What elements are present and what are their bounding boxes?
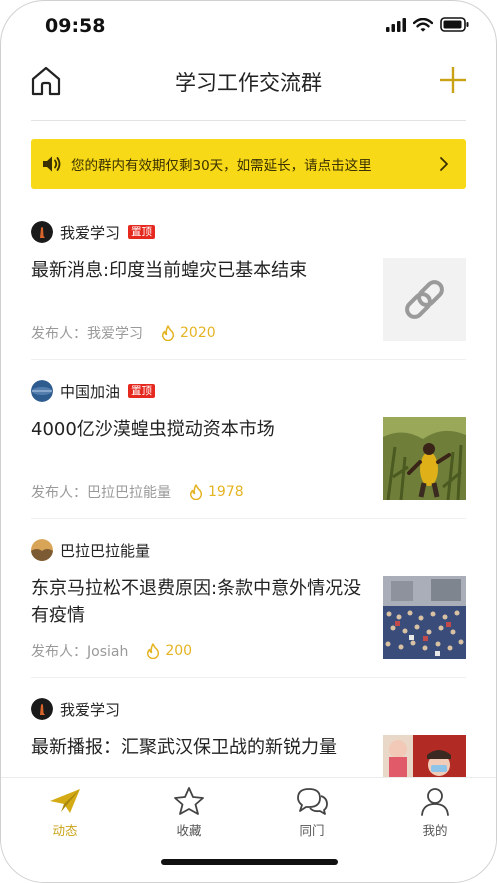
tab-fellows[interactable]: 同门 — [267, 786, 357, 839]
pinned-badge: 置顶 — [128, 225, 156, 239]
fire-icon — [161, 325, 175, 341]
tab-label: 收藏 — [176, 823, 202, 838]
post-thumbnail — [383, 576, 466, 659]
tab-dynamics[interactable]: 动态 — [20, 786, 110, 839]
fire-icon — [147, 643, 160, 659]
group-avatar — [31, 698, 53, 720]
heat-count: 200 — [165, 643, 193, 659]
people-photo — [383, 735, 466, 777]
group-avatar — [31, 380, 53, 402]
heat-count: 2020 — [180, 325, 216, 341]
add-icon[interactable] — [439, 66, 467, 94]
group-name: 巴拉巴拉能量 — [60, 541, 151, 560]
nav-header: 学习工作交流群 — [1, 53, 496, 109]
post-thumbnail — [383, 417, 466, 500]
post-meta: 发布人：我爱学习 2020 — [31, 323, 216, 343]
publisher-label: 发布人：巴拉巴拉能量 — [31, 485, 171, 501]
post-title: 最新消息:印度当前蝗灾已基本结束 — [31, 260, 308, 281]
group-avatar — [31, 539, 53, 561]
post-thumbnail — [383, 258, 466, 341]
group-info: 中国加油 置顶 — [31, 380, 156, 402]
pinned-badge: 置顶 — [128, 384, 156, 398]
post-meta: 发布人：Josiah 200 — [31, 641, 192, 661]
feed-item[interactable]: 中国加油 置顶 4000亿沙漠蝗虫搅动资本市场 发布人：巴拉巴拉能量 1978 — [31, 360, 466, 519]
post-title: 东京马拉松不退费原因:条款中意外情况没有疫情 — [31, 578, 362, 626]
signal-icon — [386, 17, 406, 32]
chat-bubbles-icon — [297, 788, 328, 815]
publisher-label: 发布人：我爱学习 — [31, 326, 143, 342]
wifi-icon — [413, 17, 433, 32]
group-name: 中国加油 — [60, 382, 121, 401]
paper-plane-icon — [50, 789, 80, 813]
post-title: 4000亿沙漠蝗虫搅动资本市场 — [31, 419, 275, 440]
feed-item[interactable]: 我爱学习 最新播报：汇聚武汉保卫战的新锐力量 — [31, 678, 466, 777]
tab-label: 动态 — [52, 823, 78, 838]
feed-item[interactable]: 巴拉巴拉能量 东京马拉松不退费原因:条款中意外情况没有疫情 发布人：Josiah… — [31, 519, 466, 678]
battery-icon — [440, 17, 469, 32]
group-info: 我爱学习 置顶 — [31, 221, 156, 243]
post-meta: 发布人：巴拉巴拉能量 1978 — [31, 482, 244, 502]
feed-item[interactable]: 我爱学习 置顶 最新消息:印度当前蝗灾已基本结束 发布人：我爱学习 2020 — [31, 201, 466, 360]
speaker-icon — [43, 156, 61, 172]
home-indicator[interactable] — [161, 859, 338, 865]
tab-label: 同门 — [299, 823, 325, 838]
fire-icon — [189, 484, 203, 500]
tab-label: 我的 — [422, 823, 448, 838]
publisher-label: 发布人：Josiah — [31, 644, 129, 660]
group-name: 我爱学习 — [60, 700, 121, 719]
link-icon — [405, 280, 444, 319]
header-divider — [31, 120, 466, 121]
group-name: 我爱学习 — [60, 223, 121, 242]
crowd-photo — [383, 576, 466, 659]
status-bar: 09:58 — [1, 1, 496, 53]
group-info: 巴拉巴拉能量 — [31, 539, 150, 561]
post-thumbnail — [383, 735, 466, 777]
bottom-tab-bar: 动态 收藏 同门 我的 — [1, 777, 496, 882]
phone-screen: 09:58 学习工作交流群 您的群内有效期仅剩30天，如需延长，请点击这里 我爱… — [0, 0, 497, 883]
person-icon — [421, 788, 449, 816]
feed-list: 我爱学习 置顶 最新消息:印度当前蝗灾已基本结束 发布人：我爱学习 2020 中… — [1, 201, 496, 777]
expiry-notice-banner[interactable]: 您的群内有效期仅剩30天，如需延长，请点击这里 — [31, 139, 466, 189]
status-time: 09:58 — [45, 15, 106, 37]
post-title: 最新播报：汇聚武汉保卫战的新锐力量 — [31, 737, 337, 758]
star-icon — [174, 787, 204, 815]
tab-mine[interactable]: 我的 — [390, 786, 480, 839]
page-title: 学习工作交流群 — [175, 71, 322, 95]
heat-count: 1978 — [208, 484, 244, 500]
tab-favorites[interactable]: 收藏 — [144, 786, 234, 839]
group-info: 我爱学习 — [31, 698, 120, 720]
banner-text: 您的群内有效期仅剩30天，如需延长，请点击这里 — [71, 158, 372, 174]
field-photo — [383, 417, 466, 500]
group-avatar — [31, 221, 53, 243]
chevron-right-icon — [440, 157, 448, 171]
